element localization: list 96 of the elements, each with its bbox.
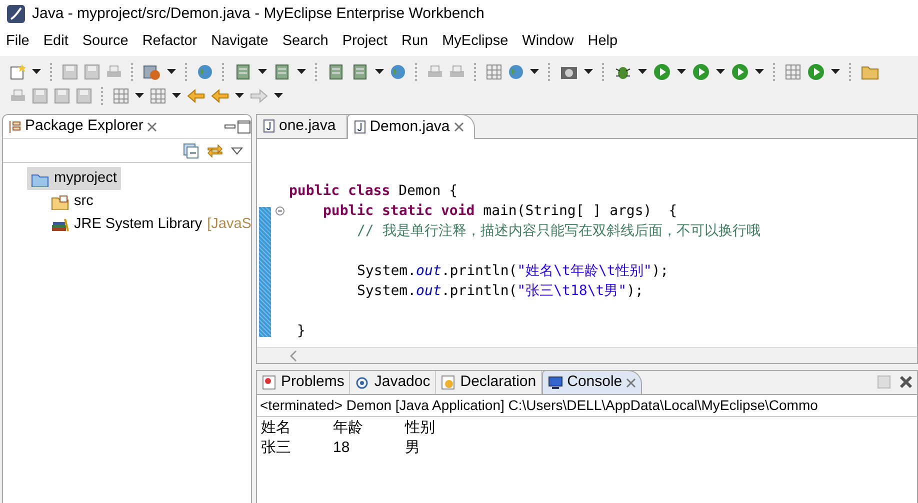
grid-icon[interactable] — [113, 88, 129, 104]
tree-item[interactable]: src — [47, 190, 98, 213]
code-line: System.out.println("姓名\t年龄\t性别"); — [356, 262, 670, 281]
collapse-all-icon[interactable] — [183, 142, 199, 158]
view-tab-label: Package Explorer — [25, 116, 144, 136]
dropdown-caret-icon[interactable] — [274, 93, 283, 99]
editor-tab-label: Demon.java — [370, 116, 450, 137]
menu-item[interactable]: Help — [588, 31, 618, 53]
code-line: // 我是单行注释，描述内容只能写在双斜线后面，不可以换行哦 — [356, 222, 762, 241]
maximize-icon[interactable] — [237, 120, 251, 134]
console-output-text: 年龄 — [333, 418, 364, 437]
console-tab[interactable]: Javadoc — [350, 371, 436, 394]
tree-item[interactable]: myproject — [27, 167, 121, 190]
console-tab-label: Problems — [281, 372, 344, 392]
tree-item[interactable]: JRE System Library [JavaS — [47, 213, 251, 236]
view-tab[interactable]: Package Explorer — [3, 115, 164, 138]
remove-icon[interactable] — [899, 375, 913, 389]
menu-item[interactable]: Run — [401, 31, 428, 53]
bug-icon[interactable] — [614, 64, 632, 80]
globe-icon[interactable] — [197, 64, 213, 80]
java-file-icon — [263, 119, 275, 133]
dropdown-caret-icon[interactable] — [530, 69, 539, 75]
dropdown-caret-icon[interactable] — [32, 69, 41, 75]
console-output-text: 男 — [405, 438, 421, 457]
new-file-icon[interactable] — [10, 64, 26, 80]
menu-item[interactable]: MyEclipse — [442, 31, 508, 53]
console-output-text: 性别 — [405, 418, 436, 437]
app-logo-icon — [6, 4, 26, 24]
globe-icon[interactable] — [508, 64, 524, 80]
console-tab-label: Declaration — [460, 372, 536, 392]
dropdown-caret-icon[interactable] — [716, 69, 725, 75]
run-icon[interactable] — [731, 63, 749, 81]
grid-icon[interactable] — [150, 88, 166, 104]
run-icon[interactable] — [653, 63, 671, 81]
editor-tab[interactable]: Demon.java — [346, 115, 475, 139]
dropdown-caret-icon[interactable] — [258, 69, 267, 75]
console-output-text: 18 — [333, 438, 351, 457]
code-line: } — [296, 322, 306, 341]
menu-item[interactable]: Search — [282, 31, 328, 53]
dropdown-caret-icon[interactable] — [135, 93, 144, 99]
menu-item[interactable]: Navigate — [211, 31, 268, 53]
dropdown-caret-icon[interactable] — [172, 93, 181, 99]
console-output-text: 张三 — [261, 438, 292, 457]
code-line: public static void main(String[ ] args) { — [322, 202, 678, 221]
monitor-icon — [548, 375, 564, 390]
grid-icon[interactable] — [785, 64, 801, 80]
tree-item-label: myproject — [54, 168, 117, 188]
camera-icon[interactable] — [560, 64, 578, 80]
grid-icon[interactable] — [486, 64, 502, 80]
dropdown-caret-icon[interactable] — [235, 93, 244, 99]
declaration-icon — [441, 374, 456, 390]
dropdown-caret-icon[interactable] — [831, 69, 840, 75]
back-arrow-icon[interactable] — [211, 89, 229, 103]
back-arrow-icon[interactable] — [187, 89, 205, 103]
dropdown-caret-icon[interactable] — [638, 69, 647, 75]
code-line: System.out.println("张三\t18\t男"); — [356, 282, 644, 301]
console-tab-label: Console — [567, 372, 622, 392]
tree-item-decoration: [JavaS — [207, 214, 251, 234]
dropdown-caret-icon[interactable] — [755, 69, 764, 75]
menu-item[interactable]: Project — [342, 31, 388, 53]
window-title: Java - myproject/src/Demon.java - MyEclipse Enterprise Workbench — [32, 4, 484, 24]
console-tab[interactable]: Console — [542, 371, 642, 394]
link-arrows-icon[interactable] — [207, 142, 223, 158]
view-menu-icon[interactable] — [231, 146, 243, 154]
console-tab[interactable]: Declaration — [436, 371, 542, 394]
editor-tab[interactable]: one.java — [257, 115, 347, 138]
tree-item-label: src — [74, 192, 94, 211]
package-folder-icon — [51, 194, 69, 210]
folder-icon[interactable] — [861, 64, 879, 80]
problems-icon — [262, 374, 277, 390]
run-icon[interactable] — [692, 63, 710, 81]
fold-icon[interactable] — [275, 206, 285, 216]
menu-item[interactable]: Source — [82, 31, 128, 53]
menu-item[interactable]: Edit — [43, 31, 68, 53]
console-tab-label: Javadoc — [374, 372, 430, 392]
console-output-text: 姓名 — [261, 418, 292, 437]
globe-icon[interactable] — [390, 64, 406, 80]
books-icon — [51, 216, 69, 232]
java-file-icon — [354, 120, 366, 134]
tree-item-label: JRE System Library — [74, 214, 202, 234]
menu-item[interactable]: Refactor — [142, 31, 198, 53]
console-tab[interactable]: Problems — [257, 371, 350, 394]
dropdown-caret-icon[interactable] — [167, 69, 176, 75]
run-icon[interactable] — [807, 63, 825, 81]
dropdown-caret-icon[interactable] — [375, 69, 384, 75]
code-line: public class Demon { — [289, 182, 459, 201]
menu-item[interactable]: Window — [522, 31, 574, 53]
package-icon — [9, 120, 21, 134]
dropdown-caret-icon[interactable] — [584, 69, 593, 75]
dropdown-caret-icon[interactable] — [297, 69, 306, 75]
close-icon[interactable] — [147, 122, 158, 132]
dropdown-caret-icon[interactable] — [677, 69, 686, 75]
editor-tab-label: one.java — [279, 116, 336, 136]
close-icon[interactable] — [454, 122, 464, 132]
close-icon[interactable] — [626, 378, 636, 388]
menu-item[interactable]: File — [6, 31, 30, 53]
